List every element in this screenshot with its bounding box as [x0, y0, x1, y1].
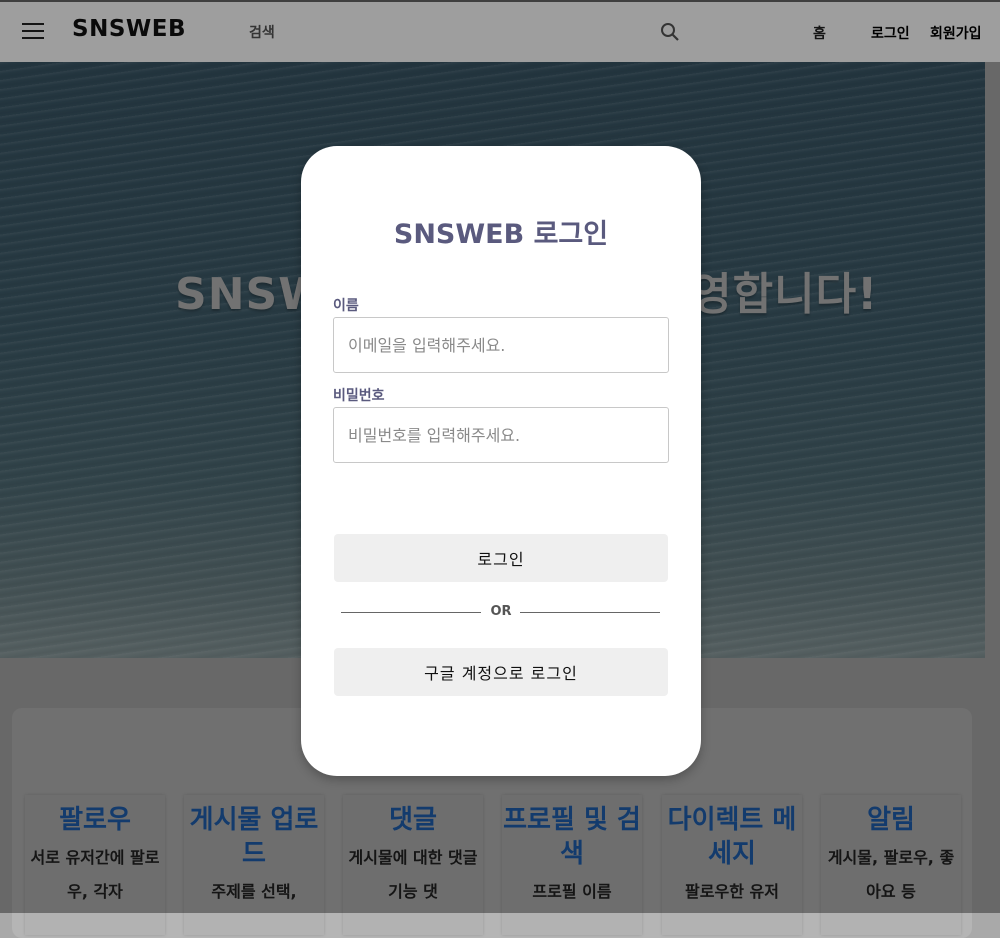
email-input[interactable] — [333, 317, 669, 373]
or-divider-right — [520, 612, 660, 613]
login-button[interactable]: 로그인 — [334, 534, 668, 582]
password-input[interactable] — [333, 407, 669, 463]
modal-title: SNSWEB 로그인 — [393, 219, 609, 250]
name-label: 이름 — [333, 298, 359, 314]
password-label: 비밀번호 — [333, 388, 385, 404]
google-login-button[interactable]: 구글 계정으로 로그인 — [334, 648, 668, 696]
login-modal: SNSWEB 로그인 이름 비밀번호 로그인 OR 구글 계정으로 로그인 — [301, 146, 701, 776]
